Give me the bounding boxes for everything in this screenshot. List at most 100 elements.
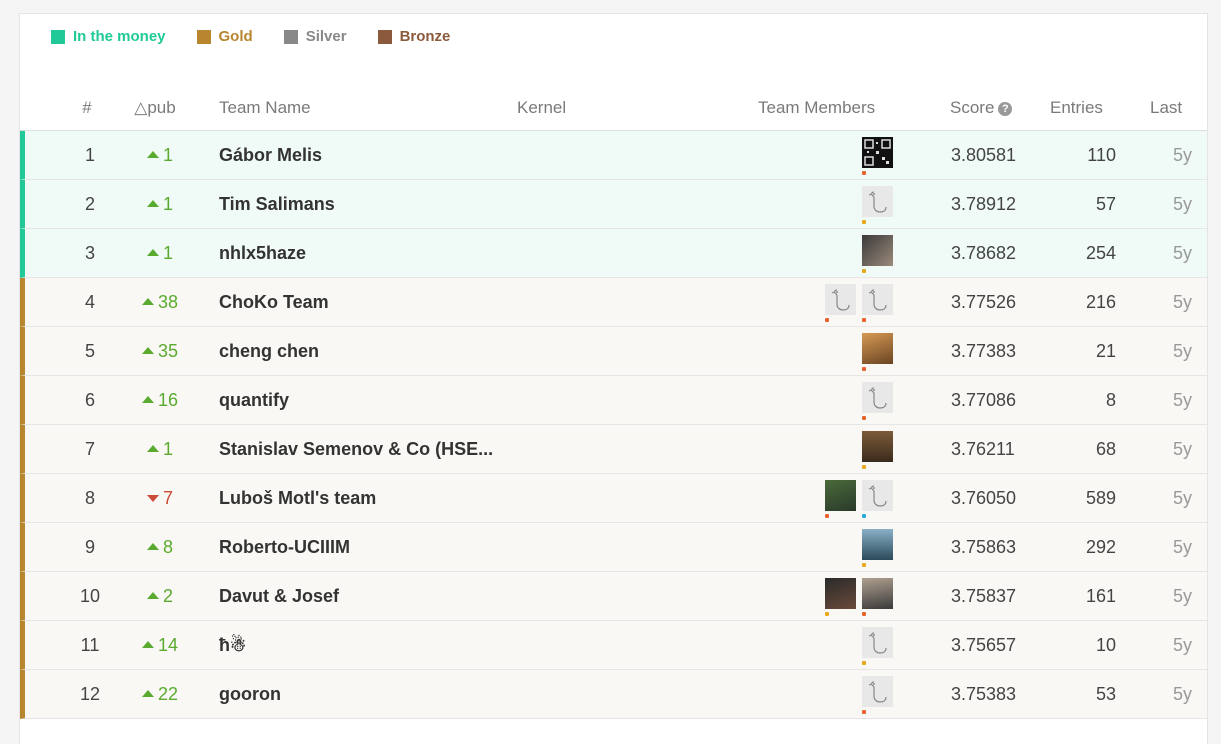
tier-dot — [862, 710, 866, 714]
delta-cell: 16 — [130, 390, 190, 411]
avatar[interactable] — [825, 284, 856, 322]
default-avatar-icon — [862, 480, 893, 511]
header-rank[interactable]: # — [72, 98, 102, 118]
rank-cell: 4 — [84, 292, 95, 312]
entries-cell: 161 — [1085, 586, 1116, 606]
table-row[interactable]: 9 8 Roberto-UCIIIM 3.75863 292 5y — [20, 523, 1207, 572]
table-row[interactable]: 1 1 Gábor Melis 3.80581 110 5y — [20, 131, 1207, 180]
tier-dot — [825, 612, 829, 616]
table-row[interactable]: 7 1 Stanislav Semenov & Co (HSE... 3.76211 6… — [20, 425, 1207, 474]
user-photo — [825, 578, 856, 609]
team-name-link[interactable]: cheng chen — [219, 341, 319, 362]
table-row[interactable]: 5 35 cheng chen 3.77383 21 5y — [20, 327, 1207, 376]
last-cell: 5y — [1172, 439, 1192, 459]
delta-value: 1 — [162, 145, 173, 165]
team-name-link[interactable]: ChoKo Team — [219, 292, 329, 313]
entries-cell: 254 — [1085, 243, 1116, 263]
table-row[interactable]: 8 7 Luboš Motl's team 3.76050 589 5y — [20, 474, 1207, 523]
avatar[interactable] — [862, 578, 893, 616]
team-name-link[interactable]: nhlx5haze — [219, 243, 306, 264]
delta-value: 35 — [157, 341, 179, 361]
tier-dot — [862, 171, 866, 175]
avatar[interactable] — [862, 235, 893, 273]
header-last[interactable]: Last — [1150, 98, 1182, 118]
team-name-link[interactable]: Gábor Melis — [219, 145, 322, 166]
header-team-name[interactable]: Team Name — [219, 98, 311, 118]
table-row[interactable]: 11 14 ħ☃ 3.75657 10 5y — [20, 621, 1207, 670]
avatar[interactable] — [862, 676, 893, 714]
entries-cell: 589 — [1085, 488, 1116, 508]
team-name-link[interactable]: ħ☃ — [219, 635, 246, 656]
arrow-up-icon — [146, 592, 159, 599]
team-members — [862, 333, 893, 371]
legend: In the money Gold Silver Bronze — [51, 28, 481, 45]
user-photo — [825, 480, 856, 511]
header-kernel[interactable]: Kernel — [517, 98, 566, 118]
team-name-link[interactable]: Roberto-UCIIIM — [219, 537, 350, 558]
delta-cell: 1 — [130, 194, 190, 215]
table-row[interactable]: 12 22 gooron 3.75383 53 5y — [20, 670, 1207, 719]
delta-value: 7 — [162, 488, 173, 508]
avatar[interactable] — [825, 578, 856, 616]
qr-avatar-icon — [862, 137, 893, 168]
avatar[interactable] — [825, 480, 856, 518]
user-photo — [862, 333, 893, 364]
rank-cell: 11 — [80, 635, 100, 655]
avatar[interactable] — [862, 284, 893, 322]
team-members — [862, 137, 893, 175]
table-row[interactable]: 3 1 nhlx5haze 3.78682 254 5y — [20, 229, 1207, 278]
avatar[interactable] — [862, 529, 893, 567]
avatar[interactable] — [862, 137, 893, 175]
header-score-label[interactable]: Score — [950, 98, 994, 117]
avatar[interactable] — [862, 627, 893, 665]
header-score[interactable]: Score? — [950, 98, 1013, 118]
table-row[interactable]: 10 2 Davut & Josef 3.75837 161 5y — [20, 572, 1207, 621]
last-cell: 5y — [1172, 586, 1192, 606]
team-members — [862, 529, 893, 567]
team-name-link[interactable]: Luboš Motl's team — [219, 488, 376, 509]
score-cell: 3.76050 — [951, 488, 1017, 508]
rank-cell: 10 — [79, 586, 101, 606]
team-members — [862, 676, 893, 714]
header-team-members[interactable]: Team Members — [758, 98, 875, 118]
score-cell: 3.78912 — [951, 194, 1017, 214]
legend-item: In the money — [51, 28, 166, 45]
entries-cell: 110 — [1087, 145, 1116, 165]
delta-value: 8 — [162, 537, 173, 557]
help-icon[interactable]: ? — [998, 102, 1013, 116]
arrow-up-icon — [146, 543, 159, 550]
avatar[interactable] — [862, 480, 893, 518]
avatar[interactable] — [862, 333, 893, 371]
legend-swatch — [196, 29, 211, 44]
default-avatar-icon — [862, 627, 893, 658]
team-name-link[interactable]: gooron — [219, 684, 281, 705]
delta-value: 1 — [162, 194, 173, 214]
last-cell: 5y — [1172, 145, 1192, 165]
team-name-link[interactable]: Davut & Josef — [219, 586, 339, 607]
table-row[interactable]: 4 38 ChoKo Team 3.77526 216 5y — [20, 278, 1207, 327]
last-cell: 5y — [1172, 537, 1192, 557]
team-name-link[interactable]: quantify — [219, 390, 289, 411]
tier-dot — [862, 661, 866, 665]
delta-value: 38 — [157, 292, 179, 312]
user-photo — [862, 529, 893, 560]
team-members — [825, 284, 893, 322]
team-name-link[interactable]: Stanislav Semenov & Co (HSE... — [219, 439, 493, 460]
avatar[interactable] — [862, 186, 893, 224]
header-entries[interactable]: Entries — [1050, 98, 1103, 118]
avatar[interactable] — [862, 382, 893, 420]
legend-swatch — [283, 29, 298, 44]
table-row[interactable]: 2 1 Tim Salimans 3.78912 57 5y — [20, 180, 1207, 229]
score-cell: 3.80581 — [951, 145, 1017, 165]
header-delta-pub[interactable]: △pub — [130, 98, 180, 118]
arrow-up-icon — [146, 151, 159, 158]
entries-cell: 216 — [1085, 292, 1116, 312]
legend-item: Bronze — [377, 28, 450, 45]
default-avatar-icon — [825, 284, 856, 315]
avatar[interactable] — [862, 431, 893, 469]
default-avatar-icon — [862, 382, 893, 413]
team-name-link[interactable]: Tim Salimans — [219, 194, 335, 215]
delta-value: 1 — [162, 439, 173, 459]
last-cell: 5y — [1172, 488, 1192, 508]
table-row[interactable]: 6 16 quantify 3.77086 8 5y — [20, 376, 1207, 425]
